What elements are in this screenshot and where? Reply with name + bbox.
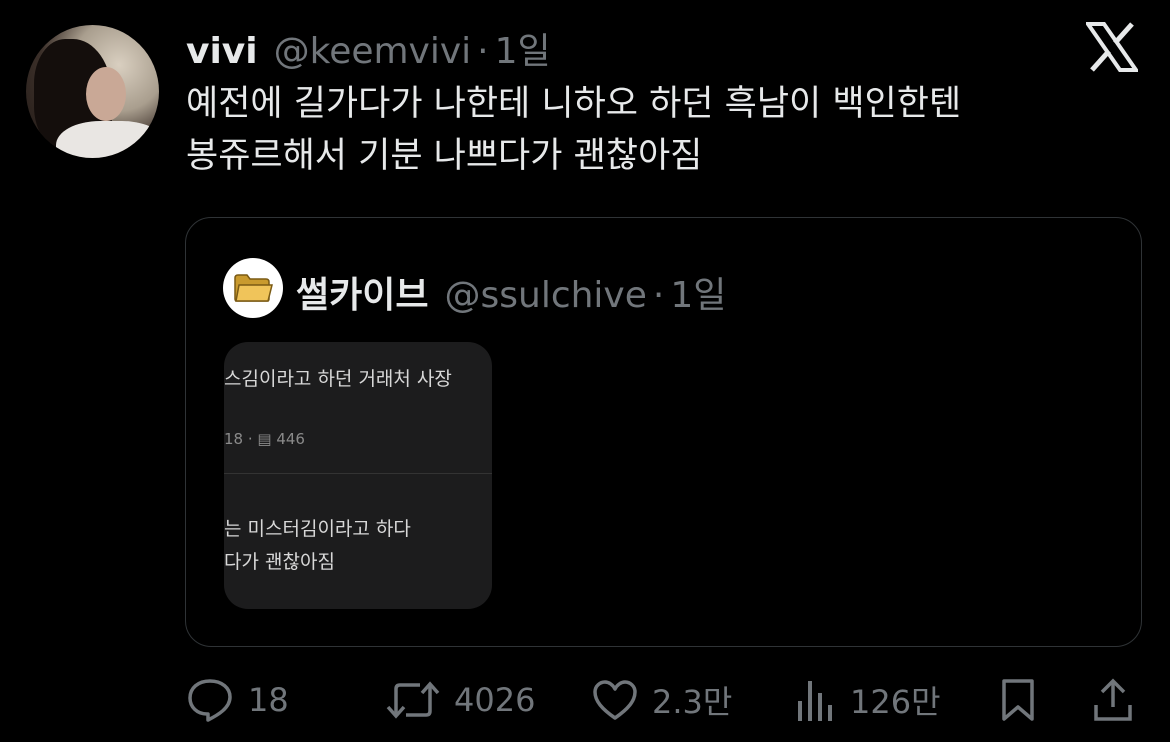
separator-dot: · (477, 31, 489, 72)
tweet-screen: vivi @keemvivi · 1일 예전에 길가다가 나한테 니하오 하던 … (0, 0, 1170, 742)
views-icon (798, 681, 832, 721)
share-button[interactable] (1092, 672, 1134, 728)
media-text-line: 다가 괜찮아짐 (224, 551, 335, 573)
share-icon (1094, 678, 1132, 721)
action-bar: 18 4026 2.3만 126만 (186, 672, 1146, 728)
view-count: 126만 (850, 683, 941, 721)
heart-icon (593, 680, 637, 720)
folder-icon (234, 274, 273, 302)
like-count: 2.3만 (652, 683, 733, 721)
tweet-text-line: 예전에 길가다가 나한테 니하오 하던 흑남이 백인한텐 (186, 84, 962, 124)
views-button[interactable]: 126만 (796, 672, 941, 728)
reply-icon (188, 679, 232, 722)
media-text-line: 스김이라고 하던 거래처 사장 (224, 368, 452, 390)
quoted-avatar[interactable] (223, 258, 283, 318)
bookmark-button[interactable] (1000, 672, 1036, 728)
x-logo-icon (1086, 22, 1138, 72)
avatar[interactable] (26, 25, 159, 158)
retweet-icon (386, 681, 440, 719)
quoted-media-image[interactable]: 스김이라고 하던 거래처 사장 18 · ▤ 446 는 미스터김이라고 하다 … (224, 342, 492, 609)
quoted-header: 썰카이브 @ssulchive · 1일 (296, 266, 726, 318)
quoted-tweet[interactable]: 썰카이브 @ssulchive · 1일 스김이라고 하던 거래처 사장 18 … (185, 217, 1142, 647)
quoted-handle[interactable]: @ssulchive (444, 275, 646, 316)
separator-dot: · (652, 275, 665, 316)
quoted-display-name[interactable]: 썰카이브 (296, 266, 428, 318)
reply-count: 18 (248, 681, 289, 719)
tweet-header: vivi @keemvivi · 1일 (186, 22, 551, 72)
quoted-timestamp[interactable]: 1일 (670, 266, 726, 318)
display-name[interactable]: vivi (186, 31, 258, 72)
timestamp[interactable]: 1일 (495, 22, 551, 74)
bookmark-icon (1002, 679, 1034, 721)
media-divider (224, 473, 492, 474)
retweet-button[interactable]: 4026 (386, 672, 535, 728)
media-text-line: 는 미스터김이라고 하다 (224, 518, 411, 540)
retweet-count: 4026 (454, 681, 536, 719)
tweet-text: 예전에 길가다가 나한테 니하오 하던 흑남이 백인한텐 봉쥬르해서 기분 나쁘… (186, 78, 1146, 182)
user-handle[interactable]: @keemvivi (274, 31, 472, 72)
media-meta: 18 · ▤ 446 (224, 430, 305, 448)
tweet-text-line: 봉쥬르해서 기분 나쁘다가 괜찮아짐 (186, 136, 703, 176)
like-button[interactable]: 2.3만 (592, 672, 732, 728)
reply-button[interactable]: 18 (186, 672, 289, 728)
